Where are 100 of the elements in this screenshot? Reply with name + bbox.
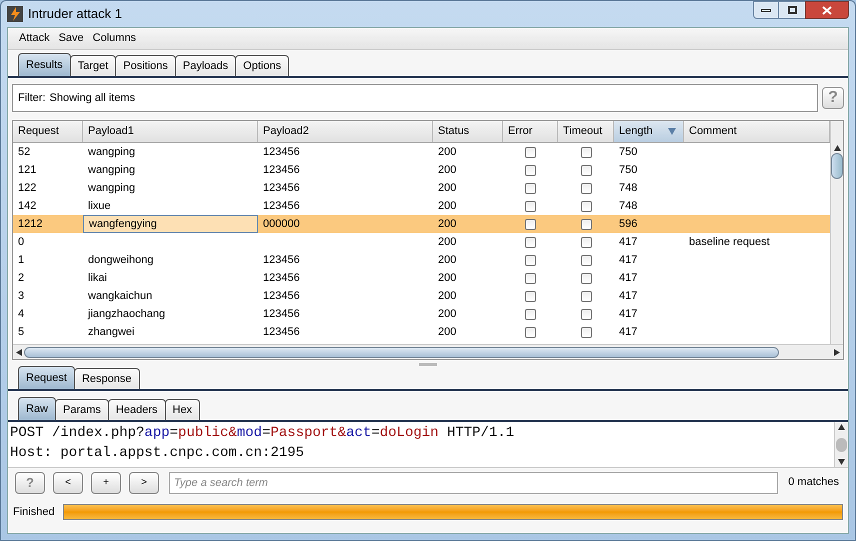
- table-cell-text: 200: [437, 288, 458, 304]
- search-field[interactable]: Type a search term: [169, 472, 778, 494]
- table-cell-text: 750: [618, 162, 638, 178]
- menu-item[interactable]: Columns: [92, 30, 136, 47]
- menu-item[interactable]: Attack: [19, 30, 50, 47]
- table-cell-text: 417: [618, 288, 638, 304]
- tab[interactable]: Params: [55, 399, 109, 420]
- match-count: 0 matches: [788, 475, 839, 490]
- table-cell-text: 200: [437, 234, 458, 250]
- table-cell-text: likai: [87, 270, 108, 286]
- maximize-button[interactable]: [779, 1, 805, 19]
- table-cell-text: 417: [618, 252, 638, 268]
- table-cell-text: 5: [17, 324, 26, 340]
- table-cell-text: 123456: [262, 198, 301, 214]
- vertical-scrollbar[interactable]: [830, 121, 843, 344]
- table-cell: wangfengying: [83, 215, 258, 233]
- table-cell-text: jiangzhaochang: [86, 306, 166, 322]
- table-cell-text: 123456: [262, 324, 301, 340]
- minimize-icon: [761, 8, 771, 12]
- table-cell-text: wangping: [87, 162, 136, 178]
- search-nav-button[interactable]: <: [53, 472, 83, 494]
- scroll-thumb[interactable]: [836, 438, 847, 452]
- table-cell-text: 200: [437, 324, 458, 340]
- tab[interactable]: Hex: [164, 399, 200, 420]
- close-icon: [822, 6, 832, 14]
- table-cell-text: 200: [437, 162, 458, 178]
- table-cell-text: baseline request: [688, 234, 771, 250]
- scroll-up-icon[interactable]: [834, 145, 840, 151]
- table-cell-text: 748: [618, 180, 638, 196]
- table-row[interactable]: 1212 wangfengying 000000 200 596: [13, 215, 830, 233]
- close-button[interactable]: [805, 1, 849, 19]
- tab[interactable]: Options: [235, 55, 290, 76]
- tab[interactable]: Positions: [115, 55, 176, 76]
- scroll-left-icon[interactable]: [16, 348, 22, 356]
- table-cell-text: 123456: [262, 162, 301, 178]
- table-cell-text: 121: [17, 162, 38, 178]
- table-cell-text: 200: [437, 216, 458, 232]
- tab[interactable]: Headers: [108, 399, 166, 420]
- menu-item[interactable]: Save: [58, 30, 84, 47]
- tab[interactable]: Payloads: [174, 55, 236, 76]
- column-header[interactable]: Payload1: [83, 121, 258, 142]
- tab[interactable]: Target: [70, 55, 116, 76]
- table-cell-text: 123456: [262, 288, 301, 304]
- filter-label: Filter:: [18, 90, 46, 106]
- horizontal-scrollbar[interactable]: [13, 344, 843, 359]
- table-cell-text: 200: [437, 198, 458, 214]
- editor-scrollbar[interactable]: [834, 422, 848, 467]
- table-cell-text: 000000: [262, 216, 301, 232]
- table-cell-text: 200: [437, 252, 458, 268]
- filter-value: Showing all items: [50, 90, 136, 106]
- search-nav-button[interactable]: +: [91, 472, 121, 494]
- table-cell-text: wangping: [87, 144, 136, 160]
- tab[interactable]: Raw: [18, 397, 56, 420]
- minimize-button[interactable]: [753, 1, 779, 19]
- table-cell-text: wangkaichun: [87, 288, 154, 304]
- search-nav-button[interactable]: >: [129, 472, 159, 494]
- code-line: Host: portal.appst.cnpc.com.cn:2195: [10, 444, 306, 463]
- status-label: Finished: [13, 504, 55, 520]
- table-cell-text: 4: [17, 306, 26, 322]
- table-cell-text: 123456: [262, 180, 301, 196]
- code-line: POST /index.php?app=public&mod=Passport&act=doLogin HTTP/1.1: [10, 424, 516, 443]
- table-cell-text: zhangwei: [87, 324, 136, 340]
- table-cell-text: 142: [17, 198, 38, 214]
- table-cell-text: 200: [437, 270, 458, 286]
- scroll-up-icon[interactable]: [838, 424, 845, 430]
- filter-bar[interactable]: Filter: Showing all items: [12, 84, 818, 112]
- column-header[interactable]: Payload2: [258, 121, 433, 142]
- sort-arrow-icon: [668, 128, 676, 135]
- column-header[interactable]: Request: [13, 121, 83, 142]
- table-cell-text: 0: [17, 234, 26, 250]
- tab[interactable]: Response: [74, 368, 140, 389]
- table-cell-text: 123456: [262, 270, 301, 286]
- scroll-right-icon[interactable]: [834, 348, 840, 356]
- table-cell-text: lixue: [87, 198, 112, 214]
- table-cell-text: 3: [17, 288, 26, 304]
- column-header[interactable]: Status: [433, 121, 503, 142]
- table-cell-text: 1: [17, 252, 26, 268]
- tab[interactable]: Results: [18, 53, 71, 76]
- table-cell-text: 1212: [17, 216, 44, 232]
- scroll-thumb[interactable]: [831, 153, 843, 179]
- table-cell-text: wangping: [87, 180, 136, 196]
- table-cell-text: 417: [618, 324, 638, 340]
- scroll-down-icon[interactable]: [838, 459, 845, 465]
- split-handle[interactable]: [419, 362, 437, 366]
- column-header[interactable]: Error: [503, 121, 558, 142]
- table-cell-text: 200: [437, 306, 458, 322]
- table-cell-text: dongweihong: [87, 252, 154, 268]
- table-cell-text: 596: [618, 216, 638, 232]
- column-header[interactable]: Length: [614, 121, 684, 142]
- table-cell-text: 748: [618, 198, 638, 214]
- table-cell-text: 2: [17, 270, 26, 286]
- table-cell-text: 123456: [262, 306, 301, 322]
- table-cell-text: 200: [437, 144, 458, 160]
- maximize-icon: [788, 6, 796, 14]
- table-cell-text: 123456: [262, 252, 301, 268]
- table-cell-text: 123456: [262, 144, 301, 160]
- scroll-thumb[interactable]: [24, 346, 779, 358]
- table-cell-text: 417: [618, 234, 638, 250]
- table-cell-text: 200: [437, 180, 458, 196]
- tab[interactable]: Request: [18, 366, 75, 389]
